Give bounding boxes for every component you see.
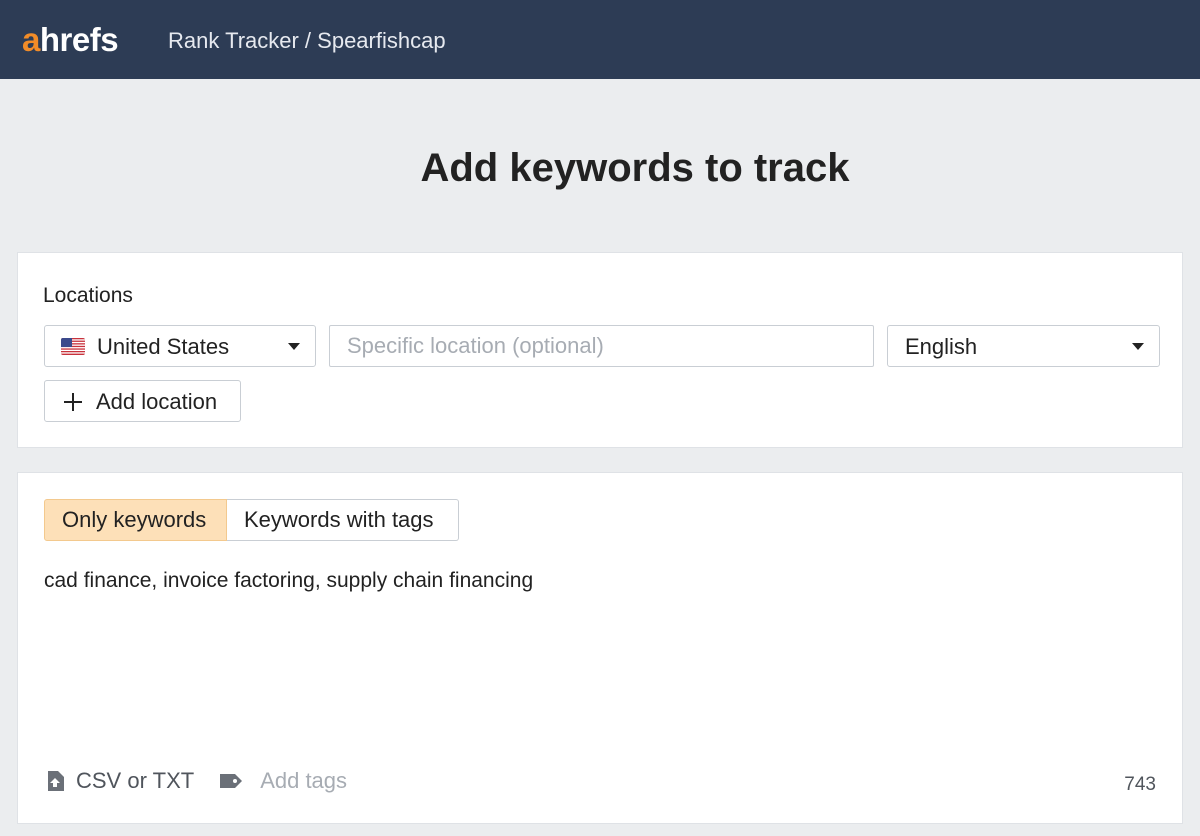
keywords-card: Only keywords Keywords with tags cad fin…: [17, 472, 1183, 824]
locations-label: Locations: [43, 284, 133, 307]
add-tags-input[interactable]: Add tags: [260, 768, 347, 794]
upload-icon[interactable]: [45, 770, 65, 792]
tab-only-keywords[interactable]: Only keywords: [44, 499, 227, 541]
specific-location-input[interactable]: [329, 325, 874, 367]
character-count: 743: [1124, 774, 1156, 795]
logo-accent-letter: a: [22, 21, 40, 58]
keywords-footer: CSV or TXT Add tags: [45, 766, 347, 796]
add-location-label: Add location: [96, 389, 218, 414]
csv-upload-link[interactable]: CSV or TXT: [76, 768, 194, 794]
logo-text: hrefs: [39, 21, 119, 58]
locations-card: Locations United States English Add loca…: [17, 252, 1183, 448]
tag-icon: [220, 774, 243, 788]
breadcrumb: Rank Tracker / Spearfishcap: [168, 28, 446, 53]
ahrefs-logo[interactable]: ahrefs: [22, 21, 119, 58]
top-bar: ahrefs Rank Tracker / Spearfishcap: [0, 0, 1200, 79]
keyword-mode-toggle: Only keywords Keywords with tags: [44, 499, 459, 541]
country-select[interactable]: United States: [44, 325, 316, 367]
keywords-textarea[interactable]: cad finance, invoice factoring, supply c…: [44, 569, 533, 593]
us-flag-icon: [61, 338, 85, 355]
plus-icon: [64, 393, 82, 411]
language-select[interactable]: English: [887, 325, 1160, 367]
page-title: Add keywords to track: [420, 146, 850, 190]
chevron-down-icon: [1132, 343, 1144, 350]
add-location-button[interactable]: Add location: [44, 380, 241, 422]
tab-keywords-with-tags[interactable]: Keywords with tags: [227, 499, 459, 541]
country-select-value: United States: [97, 334, 230, 359]
language-select-value: English: [905, 334, 978, 359]
chevron-down-icon: [288, 343, 300, 350]
